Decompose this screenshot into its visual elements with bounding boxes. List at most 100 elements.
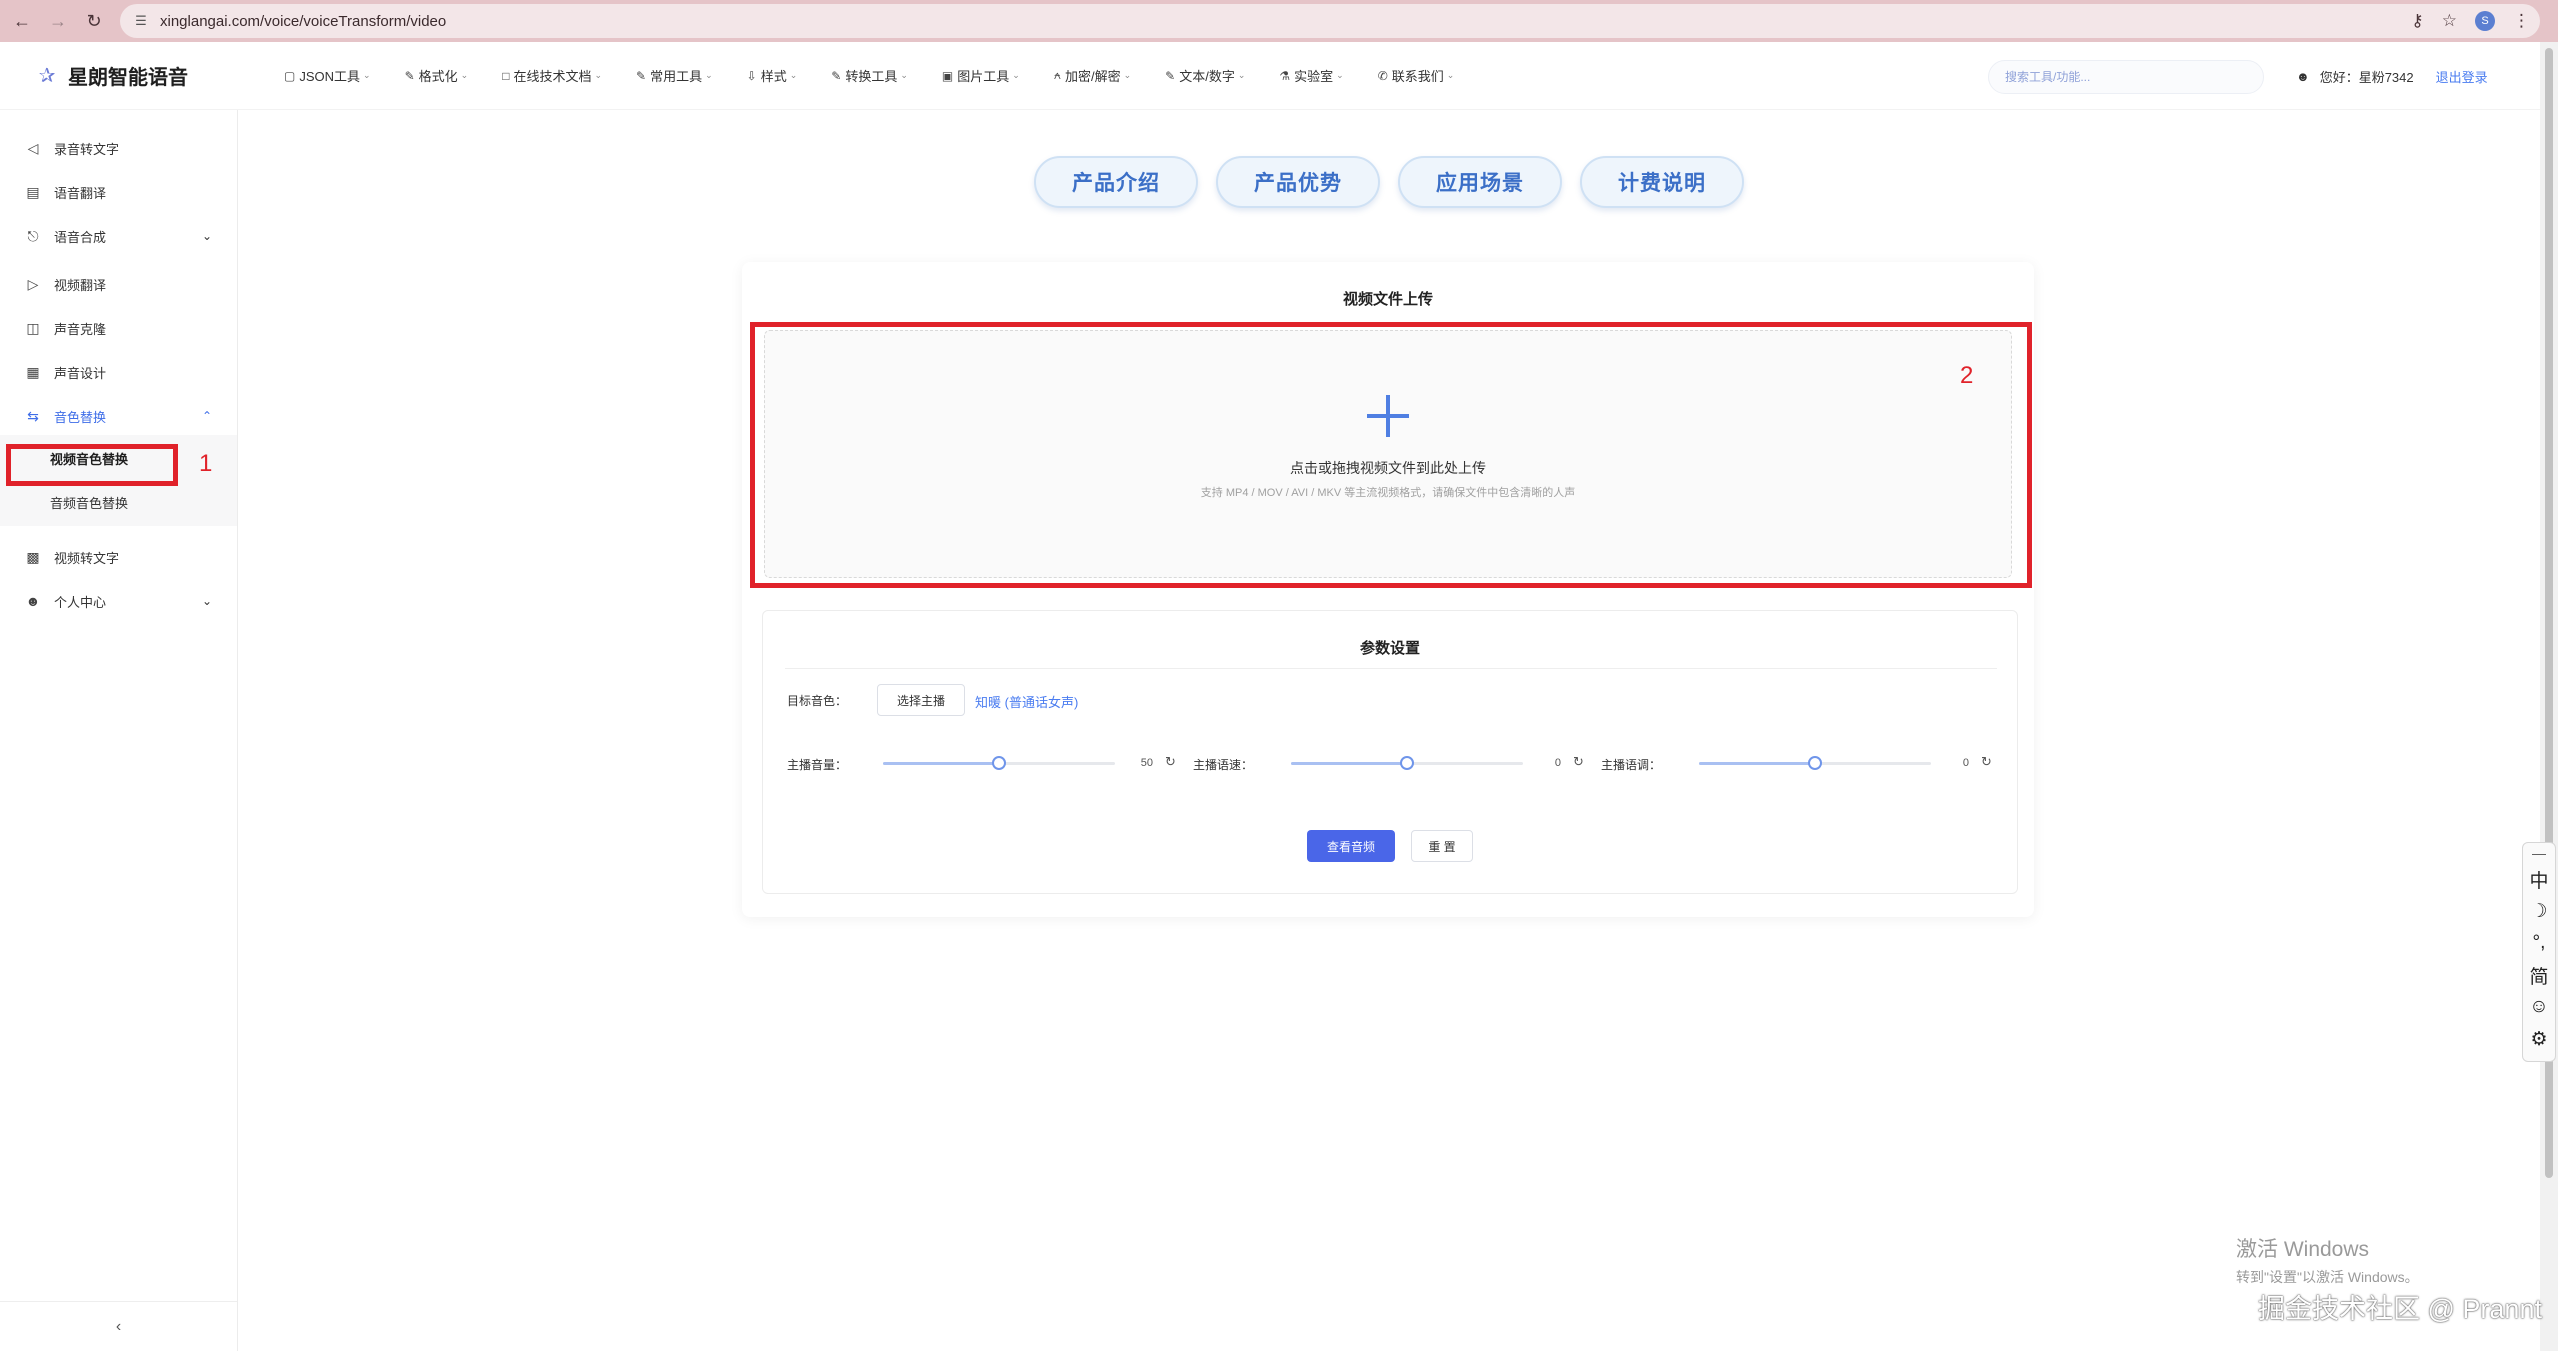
- view-audio-button[interactable]: 查看音频: [1307, 830, 1395, 862]
- page-scrollbar[interactable]: [2540, 42, 2558, 1351]
- chevron-down-icon: ⌄: [1012, 70, 1020, 80]
- ime-emoji-icon[interactable]: ☺: [2529, 991, 2548, 1023]
- nav-label: 常用工具: [650, 69, 703, 84]
- nav-label: 文本/数字: [1179, 69, 1235, 84]
- nav-json-tools[interactable]: ▢ JSON工具 ⌄: [284, 66, 371, 85]
- search-box[interactable]: [1988, 60, 2264, 94]
- sidebar-subitem-audio-timbre[interactable]: 音频音色替换: [0, 487, 237, 517]
- reset-button[interactable]: 重 置: [1411, 830, 1473, 862]
- nav-encrypt[interactable]: ⍲ 加密/解密 ⌄: [1054, 66, 1131, 85]
- sidebar-item-video-translate[interactable]: ▷ 视频翻译: [0, 269, 237, 299]
- sidebar-item-voice-translate[interactable]: ▤ 语音翻译: [0, 177, 237, 207]
- sidebar-item-label: 语音翻译: [54, 185, 107, 201]
- site-info-icon[interactable]: ☰: [130, 10, 152, 32]
- annotation-number-1: 1: [199, 450, 213, 477]
- image-icon: ▣: [941, 68, 954, 83]
- translate-icon: ▤: [26, 183, 40, 200]
- ime-moon-icon[interactable]: ☽: [2530, 895, 2547, 927]
- params-panel: 参数设置 目标音色： 选择主播 知暖 (普通话女声) 主播音量： 50 ↻ 主播…: [762, 610, 2018, 894]
- top-nav: ▢ JSON工具 ⌄ ✎ 格式化 ⌄ □ 在线技术文档 ⌄ ✎ 常用工具 ⌄ ⇩ 样式 ⌄ ✎ 转换工…: [284, 66, 1488, 85]
- sidebar-item-personal-center[interactable]: ☻ 个人中心 ⌄: [0, 586, 237, 616]
- nav-contact[interactable]: ✆ 联系我们 ⌄: [1378, 66, 1455, 85]
- nav-common-tools[interactable]: ✎ 常用工具 ⌄: [636, 66, 713, 85]
- sidebar-collapse-button[interactable]: ‹: [0, 1301, 237, 1351]
- reset-speed-icon[interactable]: ↻: [1573, 754, 1584, 770]
- user-icon: ☻: [25, 593, 41, 609]
- profile-avatar[interactable]: S: [2475, 11, 2495, 31]
- nav-lab[interactable]: ⚗ 实验室 ⌄: [1279, 66, 1343, 85]
- tab-product-advantages[interactable]: 产品优势: [1216, 156, 1380, 208]
- logo-star-icon: ✰: [38, 65, 56, 87]
- reset-pitch-icon[interactable]: ↻: [1981, 754, 1992, 770]
- select-anchor-button[interactable]: 选择主播: [877, 684, 965, 716]
- tools-icon: ✎: [636, 68, 647, 83]
- ime-punctuation-icon[interactable]: °,: [2533, 927, 2546, 959]
- back-icon[interactable]: ←: [8, 7, 36, 35]
- tab-pricing[interactable]: 计费说明: [1580, 156, 1744, 208]
- sidebar: ◁ 录音转文字 ▤ 语音翻译 ⎋ 语音合成 ⌄ ▷ 视频翻译 ◫ 声音克隆 ▦ 声音设计 ⇆…: [0, 110, 238, 1351]
- nav-format[interactable]: ✎ 格式化 ⌄: [405, 66, 469, 85]
- ime-minimize-icon[interactable]: —: [2532, 843, 2546, 863]
- user-greeting: 您好：星粉7342: [2319, 69, 2414, 85]
- divider: [785, 668, 1997, 669]
- speed-slider[interactable]: [1291, 756, 1523, 770]
- sidebar-item-voice-synthesis[interactable]: ⎋ 语音合成 ⌄: [0, 221, 237, 251]
- logo[interactable]: ✰ 星朗智能语音: [36, 61, 270, 90]
- ime-settings-icon[interactable]: ⚙: [2530, 1023, 2547, 1055]
- nav-label: 联系我们: [1391, 69, 1444, 84]
- chevron-down-icon: ⌄: [900, 70, 908, 80]
- slider-thumb[interactable]: [1808, 756, 1822, 770]
- volume-slider[interactable]: [883, 756, 1115, 770]
- nav-tech-docs[interactable]: □ 在线技术文档 ⌄: [502, 66, 602, 85]
- sidebar-item-voice-clone[interactable]: ◫ 声音克隆: [0, 313, 237, 343]
- swap-icon: ⇆: [27, 407, 39, 424]
- pitch-slider[interactable]: [1699, 756, 1931, 770]
- sidebar-item-video-to-text[interactable]: ▩ 视频转文字: [0, 542, 237, 572]
- browser-menu-icon[interactable]: ⋮: [2513, 11, 2530, 31]
- selected-voice-name[interactable]: 知暖 (普通话女声): [975, 692, 1078, 711]
- slider-fill: [1291, 762, 1407, 765]
- browser-toolbar: ← → ↻ ☰ xinglangai.com/voice/voiceTransf…: [0, 0, 2558, 42]
- nav-image-tools[interactable]: ▣ 图片工具 ⌄: [942, 66, 1020, 85]
- windows-watermark-line1: 激活 Windows: [2236, 1238, 2370, 1261]
- volume-label: 主播音量：: [787, 758, 848, 772]
- ime-chinese-mode[interactable]: 中: [2529, 863, 2548, 895]
- ime-simplified-mode[interactable]: 简: [2529, 959, 2548, 991]
- convert-icon: ✎: [831, 68, 842, 83]
- forward-icon[interactable]: →: [44, 7, 72, 35]
- lock-icon: ⍲: [1053, 68, 1061, 82]
- annotation-box-2: [750, 322, 2032, 588]
- address-bar[interactable]: ☰ xinglangai.com/voice/voiceTransform/vi…: [120, 4, 2540, 38]
- bookmark-star-icon[interactable]: ☆: [2442, 11, 2457, 31]
- logo-text: 星朗智能语音: [68, 67, 188, 89]
- annotation-box-1: [6, 444, 178, 486]
- tab-use-cases[interactable]: 应用场景: [1398, 156, 1562, 208]
- slider-thumb[interactable]: [1400, 756, 1414, 770]
- reset-volume-icon[interactable]: ↻: [1165, 754, 1176, 770]
- logout-link[interactable]: 退出登录: [2436, 67, 2488, 86]
- tab-product-intro[interactable]: 产品介绍: [1034, 156, 1198, 208]
- search-input[interactable]: [2005, 70, 2245, 84]
- slider-thumb[interactable]: [992, 756, 1006, 770]
- video-camera-icon: ▩: [26, 548, 40, 565]
- slider-fill: [883, 762, 999, 765]
- nav-convert-tools[interactable]: ✎ 转换工具 ⌄: [831, 66, 908, 85]
- reload-icon[interactable]: ↻: [80, 7, 108, 35]
- pitch-label: 主播语调：: [1601, 758, 1662, 772]
- chevron-down-icon: ⌄: [789, 70, 798, 80]
- sidebar-item-timbre-replace[interactable]: ⇆ 音色替换 ⌃: [0, 401, 237, 431]
- upload-title: 视频文件上传: [1342, 291, 1433, 308]
- nav-style[interactable]: ⇩ 样式 ⌄: [747, 66, 798, 85]
- windows-activation-watermark: 激活 Windows 转到"设置"以激活 Windows。: [2236, 1233, 2419, 1287]
- url-text[interactable]: xinglangai.com/voice/voiceTransform/vide…: [160, 13, 446, 30]
- sidebar-item-voice-design[interactable]: ▦ 声音设计: [0, 357, 237, 387]
- sidebar-item-audio-to-text[interactable]: ◁ 录音转文字: [0, 133, 237, 163]
- nav-text-number[interactable]: ✎ 文本/数字 ⌄: [1165, 66, 1245, 85]
- sidebar-item-label: 声音克隆: [54, 321, 107, 337]
- chevron-left-icon: ‹: [115, 1317, 122, 1335]
- password-key-icon[interactable]: ⚷: [2411, 11, 2423, 31]
- sidebar-item-label: 个人中心: [54, 594, 107, 610]
- params-title: 参数设置: [1359, 640, 1420, 657]
- site-header: ✰ 星朗智能语音 ▢ JSON工具 ⌄ ✎ 格式化 ⌄ □ 在线技术文档 ⌄ ✎ 常用工具 ⌄ …: [0, 42, 2540, 110]
- video-play-icon: ▷: [27, 275, 39, 292]
